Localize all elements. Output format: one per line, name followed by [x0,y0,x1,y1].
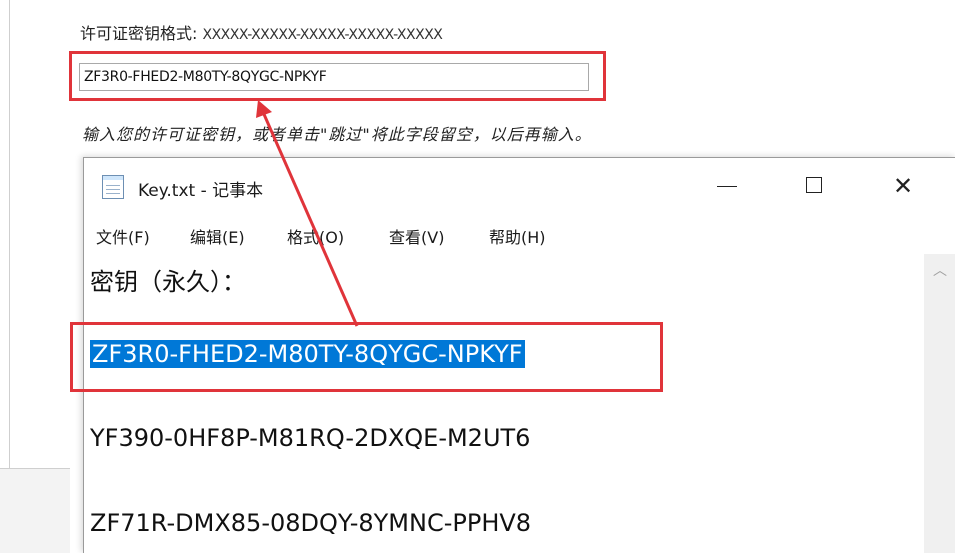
arrow-shaft [261,111,359,327]
pointer-arrow [256,100,359,327]
